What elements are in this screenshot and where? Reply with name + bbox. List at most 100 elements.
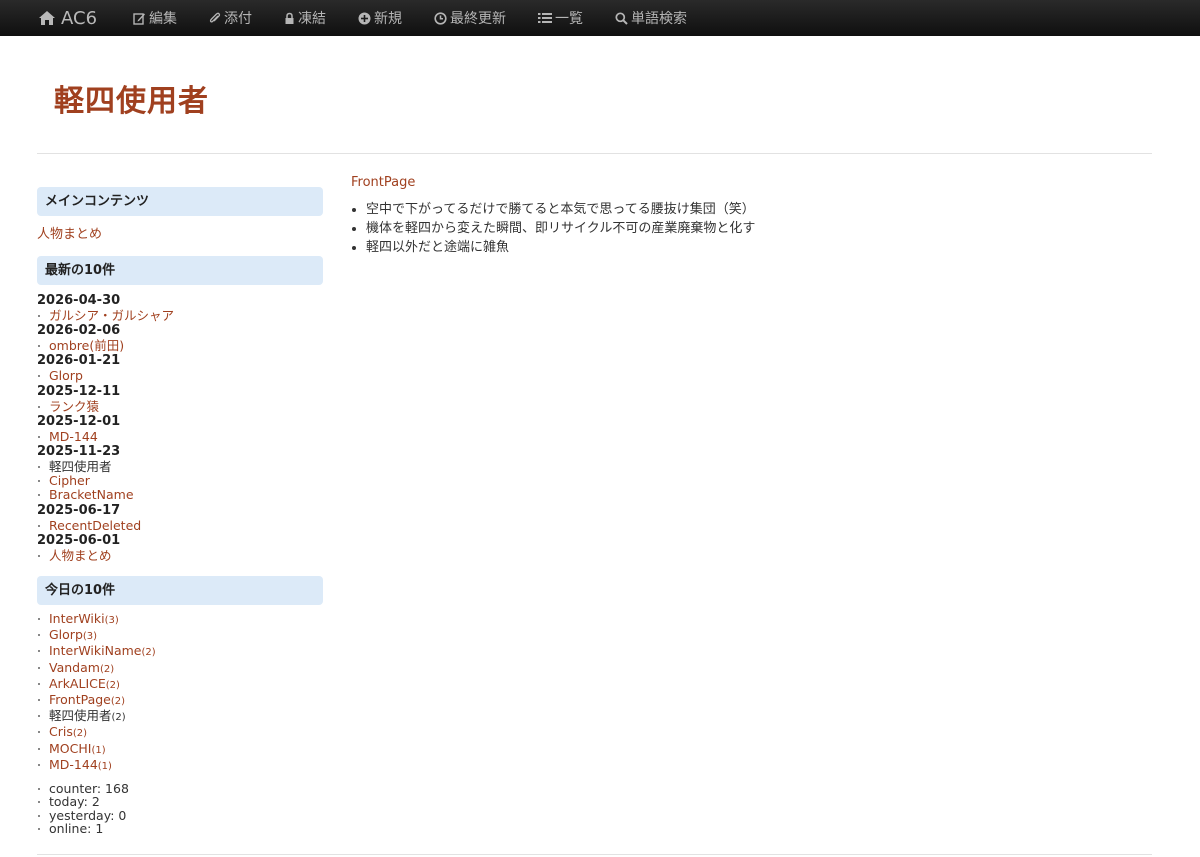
content-item: 空中で下がってるだけで勝てると本気で思ってる腰抜け集団（笑）	[366, 200, 1141, 219]
today-count: (3)	[82, 631, 98, 643]
header-divider	[37, 153, 1152, 154]
recent-link[interactable]: MD-144	[49, 429, 98, 444]
today-link[interactable]: Vandam	[49, 660, 100, 675]
today-count: (2)	[110, 696, 126, 708]
today-count: (2)	[141, 647, 156, 659]
nav-search-label: 単語検索	[631, 11, 688, 27]
recent-date: 2025-06-01	[37, 532, 121, 548]
recent-link[interactable]: 人物まとめ	[49, 548, 112, 563]
recent-link[interactable]: BracketName	[49, 487, 134, 502]
recent-link[interactable]: Glorp	[49, 368, 83, 383]
list-item: 人物まとめ	[37, 548, 323, 563]
list-item: Glorp	[37, 369, 323, 383]
home-icon	[39, 11, 55, 25]
recent-link[interactable]: ガルシア・ガルシャア	[49, 308, 174, 323]
list-item: ombre(前田)	[37, 339, 323, 353]
recent-heading: 最新の10件	[37, 256, 323, 285]
nav-list-label: 一覧	[555, 11, 584, 27]
today-count: (3)	[104, 615, 119, 627]
content-item: 機体を軽四から変えた瞬間、即リサイクル不可の産業廃棄物と化す	[366, 219, 1141, 238]
counter-stats: counter: 168 today: 2 yesterday: 0 onlin…	[37, 782, 323, 836]
stat-online: online: 1	[37, 822, 323, 836]
list-item: MOCHI(1)	[37, 741, 323, 758]
stat-today: today: 2	[37, 795, 323, 809]
paperclip-icon	[209, 12, 221, 23]
list-item: InterWikiName(2)	[37, 644, 323, 660]
today-count: (2)	[105, 679, 120, 691]
list-item: Vandam(2)	[37, 660, 323, 677]
list-item: ランク猿	[37, 399, 323, 414]
main-contents-heading: メインコンテンツ	[37, 187, 323, 216]
main-contents-link[interactable]: 人物まとめ	[37, 223, 323, 242]
nav-attach[interactable]: 添付	[209, 8, 252, 28]
recent-date: 2025-06-17	[37, 502, 121, 518]
content-item: 軽四以外だと途端に雑魚	[366, 238, 1141, 257]
nav-recent[interactable]: 最終更新	[434, 8, 506, 28]
today-link[interactable]: Glorp	[49, 627, 83, 642]
recent-date: 2025-12-11	[37, 383, 121, 399]
list-item: MD-144	[37, 429, 323, 444]
today-current-page: 軽四使用者	[49, 708, 112, 724]
recent-link[interactable]: RecentDeleted	[49, 518, 141, 533]
nav-recent-label: 最終更新	[450, 11, 507, 27]
nav-search[interactable]: 単語検索	[615, 8, 687, 28]
nav-attach-label: 添付	[224, 11, 253, 27]
recent-list: 2026-04-30 ガルシア・ガルシャア 2026-02-06 ombre(前…	[37, 293, 323, 563]
today-count: (2)	[111, 712, 126, 724]
today-link[interactable]: ArkALICE	[49, 676, 106, 691]
recent-date: 2026-01-21	[37, 353, 121, 369]
list-icon	[538, 13, 553, 23]
today-list: InterWiki(3) Glorp(3) InterWikiName(2) V…	[37, 611, 323, 774]
stat-yesterday: yesterday: 0	[37, 808, 323, 822]
brand-link[interactable]: AC6	[38, 8, 97, 29]
plus-circle-icon	[358, 12, 371, 24]
list-item: 軽四使用者	[37, 459, 323, 475]
recent-link[interactable]: ランク猿	[49, 399, 99, 414]
list-item: 軽四使用者(2)	[37, 709, 323, 725]
today-heading: 今日の10件	[37, 576, 323, 606]
main-content: FrontPage 空中で下がってるだけで勝てると本気で思ってる腰抜け集団（笑）…	[351, 175, 1141, 257]
list-item: FrontPage(2)	[37, 692, 323, 709]
nav-freeze-label: 凍結	[298, 11, 327, 27]
today-count: (1)	[91, 744, 106, 756]
brand-label: AC6	[61, 7, 98, 29]
nav-edit-label: 編集	[149, 11, 178, 27]
today-link[interactable]: InterWiki	[49, 611, 105, 626]
today-count: (2)	[99, 663, 115, 675]
recent-date: 2026-02-06	[37, 323, 121, 339]
clock-icon	[434, 11, 447, 25]
recent-date: 2025-12-01	[37, 413, 121, 429]
today-link[interactable]: Cris	[49, 724, 73, 739]
list-item: Cipher	[37, 474, 323, 488]
today-count: (2)	[72, 728, 88, 740]
nav-list[interactable]: 一覧	[538, 8, 583, 28]
lock-icon	[285, 12, 294, 24]
edit-icon	[133, 12, 146, 25]
content-list: 空中で下がってるだけで勝てると本気で思ってる腰抜け集団（笑） 機体を軽四から変え…	[351, 200, 1141, 257]
nav-new-label: 新規	[374, 11, 403, 27]
today-link[interactable]: MOCHI	[49, 741, 91, 756]
list-item: ArkALICE(2)	[37, 676, 323, 693]
recent-link[interactable]: ombre(前田)	[49, 338, 124, 353]
search-icon	[615, 11, 628, 25]
today-count: (1)	[97, 760, 112, 772]
today-link[interactable]: FrontPage	[49, 692, 111, 707]
top-navbar: AC6 編集 添付 凍結 新規 最終更新 一覧 単語検索	[0, 0, 1200, 36]
list-item: BracketName	[37, 488, 323, 502]
nav-edit[interactable]: 編集	[133, 8, 177, 28]
list-item: Glorp(3)	[37, 628, 323, 644]
list-item: InterWiki(3)	[37, 611, 323, 628]
nav-freeze[interactable]: 凍結	[284, 8, 326, 28]
recent-link[interactable]: Cipher	[49, 473, 90, 488]
today-link[interactable]: InterWikiName	[49, 643, 142, 658]
list-item: Cris(2)	[37, 725, 323, 741]
footer-divider	[37, 854, 1152, 855]
recent-current-page: 軽四使用者	[49, 459, 112, 475]
breadcrumb-frontpage[interactable]: FrontPage	[351, 175, 415, 190]
nav-new[interactable]: 新規	[358, 8, 402, 28]
page-title: 軽四使用者	[54, 84, 209, 119]
sidebar: メインコンテンツ 人物まとめ 最新の10件 2026-04-30 ガルシア・ガル…	[37, 187, 323, 836]
list-item: MD-144(1)	[37, 757, 323, 774]
list-item: ガルシア・ガルシャア	[37, 308, 323, 323]
today-link[interactable]: MD-144	[49, 757, 98, 772]
